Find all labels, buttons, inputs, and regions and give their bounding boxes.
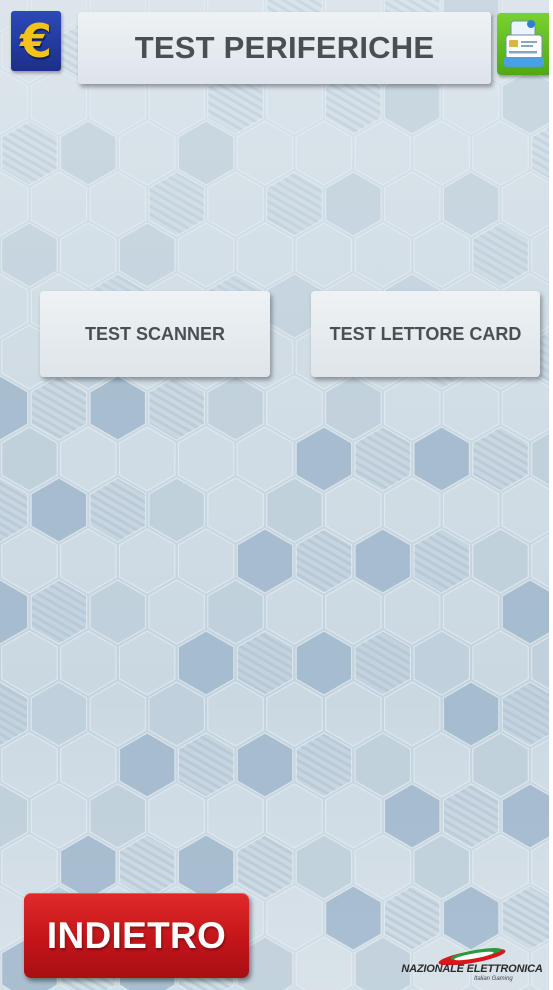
test-card-reader-label: TEST LETTORE CARD — [329, 323, 522, 344]
title-bar: TEST PERIFERICHE — [78, 12, 491, 84]
brand-name: NAZIONALE ELETTRONICA — [401, 963, 543, 975]
page-title: TEST PERIFERICHE — [134, 30, 435, 65]
screen: € TEST PERIFERICHE TEST SCANNER TEST LET… — [0, 0, 553, 990]
back-button-label: INDIETRO — [46, 914, 227, 956]
test-scanner-label: TEST SCANNER — [84, 323, 225, 344]
euro-icon[interactable]: € — [11, 11, 61, 71]
brand-tagline: Italian Gaming — [474, 976, 513, 982]
brand-swoosh-icon — [438, 948, 506, 966]
card-reader-icon[interactable] — [497, 13, 552, 75]
test-card-reader-button[interactable]: TEST LETTORE CARD — [311, 291, 540, 377]
test-scanner-button[interactable]: TEST SCANNER — [40, 291, 270, 377]
hexagon-background — [0, 0, 553, 990]
brand-logo: NAZIONALE ELETTRONICA Italian Gaming — [394, 945, 550, 987]
back-button[interactable]: INDIETRO — [24, 893, 249, 978]
